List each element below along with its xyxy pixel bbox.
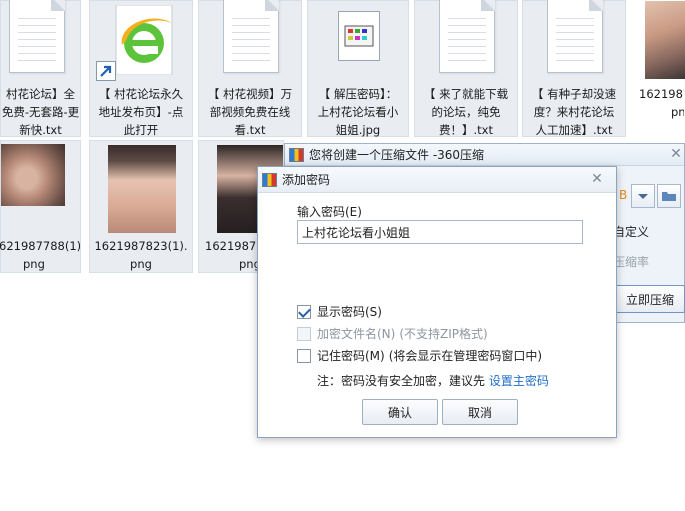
encrypt-filenames-note: (不支持ZIP格式) bbox=[399, 327, 488, 341]
text-file-icon bbox=[439, 0, 495, 73]
file-name: 1621987pn bbox=[639, 87, 684, 119]
show-password-option[interactable]: 显示密码(S) bbox=[297, 303, 382, 320]
dialog-titlebar: 添加密码 bbox=[258, 167, 616, 193]
chevron-down-icon bbox=[638, 194, 648, 199]
show-password-checkbox[interactable] bbox=[297, 304, 311, 319]
security-notice: 注：密码没有安全加密，建议先 设置主密码 bbox=[317, 372, 549, 389]
file-name: 【 有种子却没速 度？来村花论坛 人工加速】.txt bbox=[531, 87, 617, 137]
dialog-title: 添加密码 bbox=[282, 173, 331, 187]
set-master-password-link[interactable]: 设置主密码 bbox=[489, 374, 549, 388]
file-tile[interactable]: 1621987pn bbox=[630, 0, 685, 137]
browse-folder-button[interactable] bbox=[657, 184, 681, 208]
close-icon[interactable]: ✕ bbox=[590, 172, 604, 186]
file-name: 【 村花视频】万 部视频免费在线 看.txt bbox=[207, 87, 293, 137]
compression-ratio-label: 压缩率 bbox=[613, 255, 650, 269]
enter-password-label: 输入密码(E) bbox=[297, 205, 362, 219]
format-dropdown-button[interactable] bbox=[631, 184, 655, 208]
photo-thumbnail bbox=[1, 144, 65, 206]
ie-shortcut-icon bbox=[96, 4, 176, 81]
encrypt-filenames-checkbox bbox=[297, 326, 311, 341]
password-input[interactable] bbox=[297, 220, 583, 244]
remember-password-checkbox[interactable] bbox=[297, 348, 311, 363]
remember-password-note: (将会显示在管理密码窗口中) bbox=[388, 349, 543, 363]
encrypt-filenames-label: 加密文件名(N) bbox=[317, 327, 396, 341]
text-file-icon bbox=[223, 0, 279, 73]
show-password-label: 显示密码(S) bbox=[317, 305, 382, 319]
archive-size-text: B bbox=[619, 188, 628, 202]
file-name: 【 村花论坛永久 地址发布页】-点 此打开 bbox=[98, 87, 184, 137]
file-tile[interactable]: 【 来了就能下载 的论坛，纯免 费！】.txt bbox=[414, 0, 518, 137]
file-name: 村花论坛】全 免费-无套路-更 新快.txt bbox=[1, 87, 80, 137]
remember-password-option[interactable]: 记住密码(M) (将会显示在管理密码窗口中) bbox=[297, 347, 542, 364]
text-file-icon bbox=[547, 0, 603, 73]
remember-password-label: 记住密码(M) bbox=[317, 349, 385, 363]
360zip-app-icon bbox=[289, 147, 304, 162]
file-tile[interactable]: 【 有种子却没速 度？来村花论坛 人工加速】.txt bbox=[522, 0, 626, 137]
file-name: 621987788(1). png bbox=[0, 239, 80, 271]
360zip-app-icon bbox=[262, 172, 277, 187]
custom-option-label[interactable]: 自定义 bbox=[613, 223, 649, 240]
file-tile[interactable]: 村花论坛】全 免费-无套路-更 新快.txt bbox=[0, 0, 81, 137]
text-file-icon bbox=[9, 0, 65, 73]
file-tile[interactable]: 1621987823(1). png bbox=[89, 140, 193, 273]
add-password-dialog: 添加密码 ✕ 输入密码(E) 显示密码(S) 加密文件名(N) (不支持ZIP格… bbox=[257, 166, 617, 438]
photo-thumbnail bbox=[108, 145, 176, 233]
file-tile[interactable]: 【 村花视频】万 部视频免费在线 看.txt bbox=[198, 0, 302, 137]
security-notice-text: 注：密码没有安全加密，建议先 bbox=[317, 374, 486, 388]
cancel-button[interactable]: 取消 bbox=[442, 399, 518, 425]
image-file-icon bbox=[338, 11, 380, 61]
file-tile[interactable]: 【 村花论坛永久 地址发布页】-点 此打开 bbox=[89, 0, 193, 137]
file-name: 1621987823(1). png bbox=[94, 239, 188, 271]
close-icon[interactable]: ✕ bbox=[669, 147, 683, 161]
compress-now-button[interactable]: 立即压缩 bbox=[615, 285, 685, 313]
file-tile[interactable]: 621987788(1). png bbox=[0, 140, 81, 273]
photo-thumbnail bbox=[645, 1, 685, 79]
encrypt-filenames-option: 加密文件名(N) (不支持ZIP格式) bbox=[297, 325, 488, 342]
file-name: 【 来了就能下载 的论坛，纯免 费！】.txt bbox=[423, 87, 509, 137]
compress-window-titlebar: 您将创建一个压缩文件 -360压缩 bbox=[285, 144, 684, 166]
confirm-button[interactable]: 确认 bbox=[362, 399, 438, 425]
file-name: 【 解压密码】： 上村花论坛看小 姐姐.jpg bbox=[317, 87, 399, 137]
shortcut-arrow-icon bbox=[96, 61, 116, 81]
compress-window-title: 您将创建一个压缩文件 -360压缩 bbox=[309, 148, 485, 162]
folder-icon bbox=[662, 192, 676, 201]
file-tile[interactable]: 【 解压密码】： 上村花论坛看小 姐姐.jpg bbox=[307, 0, 409, 137]
